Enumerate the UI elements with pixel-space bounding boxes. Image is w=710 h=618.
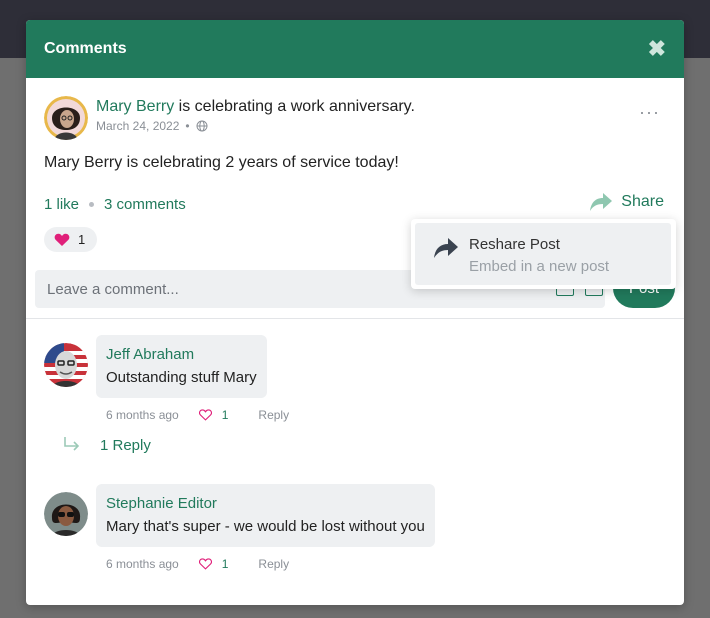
comment-item: Jeff Abraham Outstanding stuff Mary 6 mo… <box>44 335 666 422</box>
comment-list: Jeff Abraham Outstanding stuff Mary 6 mo… <box>26 319 684 571</box>
avatar-stephanie-editor[interactable] <box>44 492 88 536</box>
post-header: Mary Berry is celebrating a work anniver… <box>44 96 666 140</box>
reaction-summary[interactable]: 1 <box>44 227 98 252</box>
reshare-post-option[interactable]: Reshare Post Embed in a new post <box>415 223 671 285</box>
heart-icon[interactable] <box>198 409 212 421</box>
comment-actions: 6 months ago 1 Reply <box>96 557 435 571</box>
comment-item: Stephanie Editor Mary that's super - we … <box>44 484 666 571</box>
share-button[interactable]: Share <box>589 192 664 212</box>
reply-button[interactable]: Reply <box>258 557 289 571</box>
comment-text: Outstanding stuff Mary <box>106 369 257 386</box>
reshare-option-text: Reshare Post Embed in a new post <box>469 235 609 277</box>
close-icon[interactable]: ✖ <box>648 38 666 60</box>
globe-icon <box>196 120 208 132</box>
post-author-link[interactable]: Mary Berry <box>96 98 174 115</box>
avatar-mary-berry[interactable] <box>44 96 88 140</box>
comment-time: 6 months ago <box>106 557 179 571</box>
avatar-jeff-abraham[interactable] <box>44 343 88 387</box>
likes-link[interactable]: 1 like <box>44 196 79 213</box>
comment-main: Jeff Abraham Outstanding stuff Mary 6 mo… <box>96 335 289 422</box>
heart-icon <box>54 233 70 246</box>
comment-actions: 6 months ago 1 Reply <box>96 408 289 422</box>
comment-bubble: Stephanie Editor Mary that's super - we … <box>96 484 435 547</box>
replies-count: 1 Reply <box>100 436 151 454</box>
comment-time: 6 months ago <box>106 408 179 422</box>
share-arrow-icon <box>434 238 458 258</box>
comment-author[interactable]: Stephanie Editor <box>106 494 425 514</box>
reply-arrow-icon <box>64 437 80 451</box>
comment-bubble: Jeff Abraham Outstanding stuff Mary <box>96 335 267 398</box>
post-date: March 24, 2022 <box>96 119 180 133</box>
comment-like-count: 1 <box>221 557 229 571</box>
reply-button[interactable]: Reply <box>258 408 289 422</box>
post-meta: Mary Berry is celebrating a work anniver… <box>96 96 415 133</box>
comment-author[interactable]: Jeff Abraham <box>106 345 257 365</box>
post-headline-text: is celebrating a work anniversary. <box>174 98 415 115</box>
date-separator: • <box>185 119 190 133</box>
modal-header: Comments ✖ <box>26 20 684 78</box>
more-options-icon[interactable]: ··· <box>639 102 660 123</box>
comment-text: Mary that's super - we would be lost wit… <box>106 518 425 535</box>
post-subline: March 24, 2022 • <box>96 119 415 133</box>
comments-modal: Comments ✖ Mary Berry is celebrating a w… <box>26 20 684 605</box>
share-arrow-icon <box>590 193 613 211</box>
post-body: Mary Berry is celebrating 2 years of ser… <box>44 154 399 171</box>
reshare-title: Reshare Post <box>469 236 560 253</box>
reaction-count: 1 <box>78 232 86 247</box>
comment-main: Stephanie Editor Mary that's super - we … <box>96 484 435 571</box>
post-headline: Mary Berry is celebrating a work anniver… <box>96 96 415 118</box>
stats-separator <box>89 202 95 207</box>
modal-title: Comments <box>44 40 127 57</box>
comment-like-count: 1 <box>221 408 229 422</box>
comments-link[interactable]: 3 comments <box>104 196 186 213</box>
replies-toggle[interactable]: 1 Reply <box>62 436 666 454</box>
share-label: Share <box>621 193 664 210</box>
post-stats: 1 like 3 comments Share <box>44 193 666 213</box>
heart-icon[interactable] <box>198 558 212 570</box>
share-dropdown: Reshare Post Embed in a new post <box>411 219 676 289</box>
reshare-subtitle: Embed in a new post <box>469 258 610 275</box>
